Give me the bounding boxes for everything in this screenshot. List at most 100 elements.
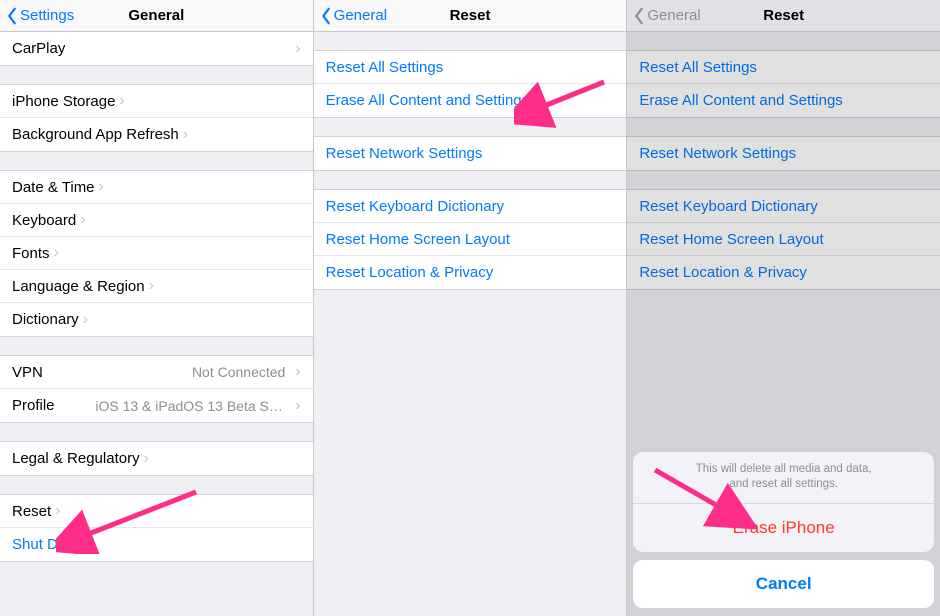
cell-reset-home-screen-layout: Reset Home Screen Layout [627, 223, 940, 256]
cell-iphone-storage[interactable]: iPhone Storage › [0, 85, 313, 118]
back-label: General [647, 7, 700, 24]
cell-label: Reset All Settings [326, 59, 444, 76]
cell-label: Reset [12, 503, 51, 520]
back-button[interactable]: Settings [6, 7, 74, 25]
chevron-left-icon [6, 7, 18, 25]
button-label: Erase iPhone [733, 518, 835, 537]
chevron-right-icon: › [83, 312, 88, 328]
cell-profile[interactable]: Profile iOS 13 & iPadOS 13 Beta Software… [0, 389, 313, 422]
cell-erase-all-content: Erase All Content and Settings [627, 84, 940, 117]
cell-value: iOS 13 & iPadOS 13 Beta Software Pr... [95, 398, 285, 414]
group: Legal & Regulatory › [0, 441, 313, 476]
cell-carplay[interactable]: CarPlay › [0, 32, 313, 65]
group: Reset Keyboard Dictionary Reset Home Scr… [314, 189, 627, 290]
cell-label: Language & Region [12, 278, 145, 295]
group: Date & Time › Keyboard › Fonts › Languag… [0, 170, 313, 337]
back-button[interactable]: General [320, 7, 387, 25]
chevron-right-icon: › [144, 451, 149, 467]
cell-shut-down[interactable]: Shut Down [0, 528, 313, 561]
erase-iphone-button[interactable]: Erase iPhone [633, 504, 934, 552]
chevron-right-icon: › [295, 398, 300, 414]
cell-label: Reset Network Settings [639, 145, 796, 162]
cell-label: Fonts [12, 245, 50, 262]
cell-label: iPhone Storage [12, 93, 115, 110]
cell-label: Date & Time [12, 179, 95, 196]
cell-reset-network-settings: Reset Network Settings [627, 137, 940, 170]
cell-label: Erase All Content and Settings [639, 92, 842, 109]
cell-label: VPN [12, 364, 43, 381]
group: iPhone Storage › Background App Refresh … [0, 84, 313, 152]
cell-background-app-refresh[interactable]: Background App Refresh › [0, 118, 313, 151]
cell-label: Reset Keyboard Dictionary [326, 198, 504, 215]
cell-legal-regulatory[interactable]: Legal & Regulatory › [0, 442, 313, 475]
cell-label: Legal & Regulatory [12, 450, 140, 467]
cell-reset-home-screen-layout[interactable]: Reset Home Screen Layout [314, 223, 627, 256]
cell-erase-all-content[interactable]: Erase All Content and Settings [314, 84, 627, 117]
cell-label: CarPlay [12, 40, 65, 57]
content: Reset All Settings Erase All Content and… [627, 32, 940, 616]
cell-reset-network-settings[interactable]: Reset Network Settings [314, 137, 627, 170]
pane-general: Settings General CarPlay › iPhone Storag… [0, 0, 314, 616]
sheet-message-line: This will delete all media and data, [696, 463, 872, 475]
group: VPN Not Connected › Profile iOS 13 & iPa… [0, 355, 313, 423]
navbar-reset: General Reset [314, 0, 627, 32]
cell-label: Keyboard [12, 212, 76, 229]
group: Reset › Shut Down [0, 494, 313, 562]
cell-keyboard[interactable]: Keyboard › [0, 204, 313, 237]
cell-label: Reset Home Screen Layout [326, 231, 510, 248]
cell-reset-keyboard-dictionary[interactable]: Reset Keyboard Dictionary [314, 190, 627, 223]
cell-language-region[interactable]: Language & Region › [0, 270, 313, 303]
chevron-left-icon [320, 7, 332, 25]
chevron-right-icon: › [54, 245, 59, 261]
cell-label: Reset Location & Privacy [639, 264, 807, 281]
chevron-right-icon: › [295, 41, 300, 57]
cell-dictionary[interactable]: Dictionary › [0, 303, 313, 336]
content[interactable]: Reset All Settings Erase All Content and… [314, 32, 627, 616]
chevron-right-icon: › [80, 212, 85, 228]
group: Reset Keyboard Dictionary Reset Home Scr… [627, 189, 940, 290]
cell-vpn[interactable]: VPN Not Connected › [0, 356, 313, 389]
cell-label: Dictionary [12, 311, 79, 328]
group: Reset Network Settings [314, 136, 627, 171]
pane-reset-confirm: General Reset Reset All Settings Erase A… [627, 0, 940, 616]
cell-label: Reset Location & Privacy [326, 264, 494, 281]
sheet-message-line: and reset all settings. [729, 478, 838, 490]
content[interactable]: CarPlay › iPhone Storage › Background Ap… [0, 32, 313, 616]
cell-label: Reset Keyboard Dictionary [639, 198, 817, 215]
cell-date-time[interactable]: Date & Time › [0, 171, 313, 204]
group: Reset All Settings Erase All Content and… [314, 50, 627, 118]
back-button: General [633, 7, 700, 25]
chevron-right-icon: › [99, 179, 104, 195]
group: Reset All Settings Erase All Content and… [627, 50, 940, 118]
chevron-left-icon [633, 7, 645, 25]
cancel-button[interactable]: Cancel [633, 560, 934, 608]
back-label: Settings [20, 7, 74, 24]
cell-value: Not Connected [192, 364, 285, 380]
cell-label: Reset Network Settings [326, 145, 483, 162]
cell-label: Shut Down [12, 536, 85, 553]
chevron-right-icon: › [295, 364, 300, 380]
cell-reset-location-privacy[interactable]: Reset Location & Privacy [314, 256, 627, 289]
chevron-right-icon: › [55, 503, 60, 519]
cell-reset-all-settings: Reset All Settings [627, 51, 940, 84]
cell-reset-keyboard-dictionary: Reset Keyboard Dictionary [627, 190, 940, 223]
cell-label: Erase All Content and Settings [326, 92, 529, 109]
back-label: General [334, 7, 387, 24]
action-sheet-card: This will delete all media and data, and… [633, 452, 934, 552]
pane-reset: General Reset Reset All Settings Erase A… [314, 0, 628, 616]
action-sheet: This will delete all media and data, and… [633, 452, 934, 608]
action-sheet-message: This will delete all media and data, and… [633, 452, 934, 504]
cell-reset-location-privacy: Reset Location & Privacy [627, 256, 940, 289]
cell-reset[interactable]: Reset › [0, 495, 313, 528]
cell-label: Background App Refresh [12, 126, 179, 143]
cell-fonts[interactable]: Fonts › [0, 237, 313, 270]
chevron-right-icon: › [119, 93, 124, 109]
group: Reset Network Settings [627, 136, 940, 171]
cell-reset-all-settings[interactable]: Reset All Settings [314, 51, 627, 84]
navbar-general: Settings General [0, 0, 313, 32]
navbar-reset-dim: General Reset [627, 0, 940, 32]
chevron-right-icon: › [149, 278, 154, 294]
cell-label: Reset Home Screen Layout [639, 231, 823, 248]
cell-label: Reset All Settings [639, 59, 757, 76]
button-label: Cancel [756, 574, 812, 593]
